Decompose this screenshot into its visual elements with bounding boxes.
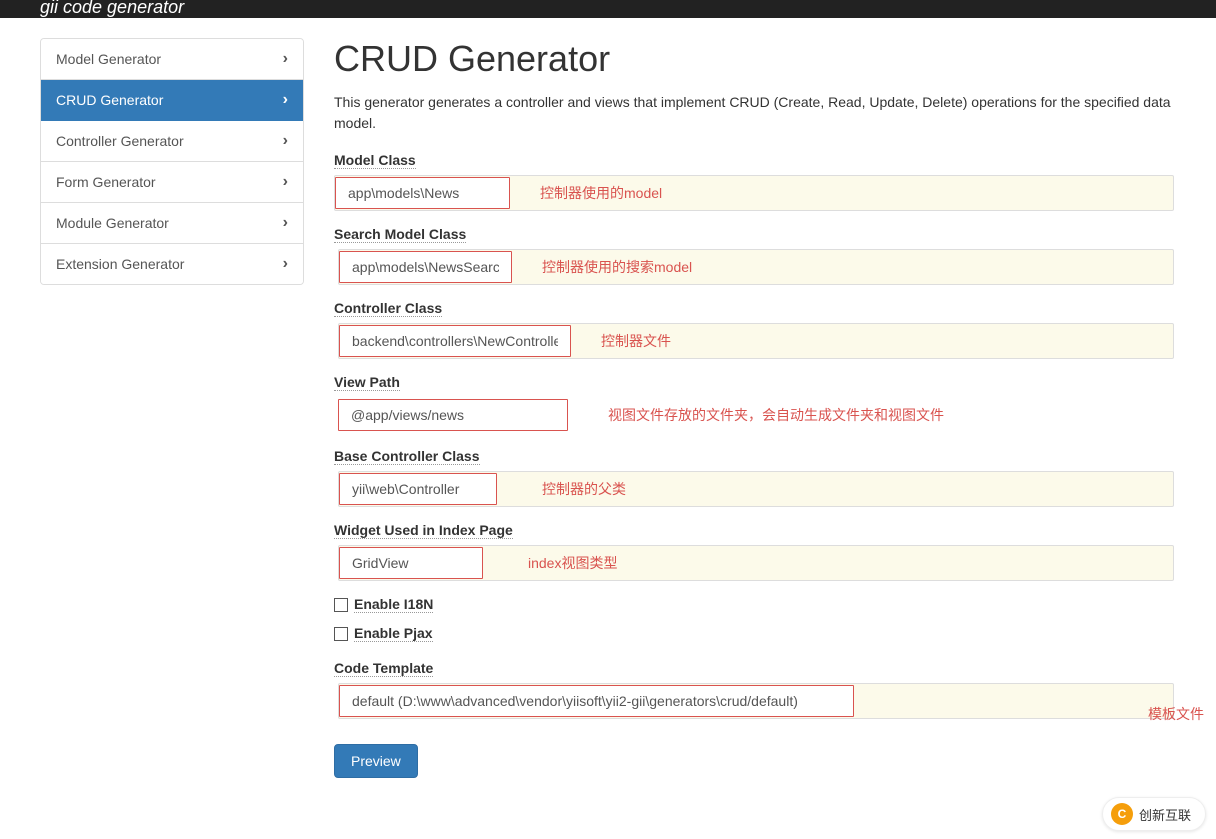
label-code-template: Code Template [334,660,433,677]
field-view-path: View Path 视图文件存放的文件夹，会自动生成文件夹和视图文件 [334,374,1174,433]
watermark-text: 创新互联 [1139,805,1191,824]
sidebar-item-model[interactable]: Model Generator › [41,39,303,80]
checkbox-enable-pjax[interactable] [334,627,348,641]
label-base-controller-class: Base Controller Class [334,448,480,465]
input-base-controller-class[interactable] [339,473,497,505]
checkbox-enable-i18n[interactable] [334,598,348,612]
annotation-search-model-class: 控制器使用的搜索model [542,257,692,277]
field-enable-pjax: Enable Pjax [334,625,1174,642]
page-title: CRUD Generator [334,38,1174,80]
label-view-path: View Path [334,374,400,391]
watermark-badge: C 创新互联 [1102,797,1206,831]
annotation-controller-class: 控制器文件 [601,331,671,351]
sidebar-item-label: CRUD Generator [56,92,163,108]
field-base-controller-class: Base Controller Class 控制器的父类 [334,448,1174,507]
sidebar-item-label: Controller Generator [56,133,184,149]
watermark-icon: C [1111,803,1133,825]
sidebar-item-controller[interactable]: Controller Generator › [41,121,303,162]
sidebar-item-extension[interactable]: Extension Generator › [41,244,303,284]
generator-list: Model Generator › CRUD Generator › Contr… [40,38,304,285]
annotation-base-controller-class: 控制器的父类 [542,479,626,499]
preview-button[interactable]: Preview [334,744,418,778]
chevron-right-icon: › [283,255,288,273]
sidebar-item-form[interactable]: Form Generator › [41,162,303,203]
chevron-right-icon: › [283,214,288,232]
input-view-path[interactable] [338,399,568,431]
label-widget-index: Widget Used in Index Page [334,522,513,539]
chevron-right-icon: › [283,91,288,109]
top-navbar: gii code generator [0,0,1216,18]
brand-logo: gii code generator [40,0,184,18]
main-container: Model Generator › CRUD Generator › Contr… [0,18,1216,818]
sidebar-item-module[interactable]: Module Generator › [41,203,303,244]
label-enable-pjax: Enable Pjax [354,625,433,642]
label-model-class: Model Class [334,152,416,169]
sidebar-item-label: Form Generator [56,174,156,190]
sidebar-item-label: Module Generator [56,215,169,231]
main-content: CRUD Generator This generator generates … [334,38,1174,778]
field-widget-index: Widget Used in Index Page index视图类型 [334,522,1174,581]
sidebar-item-label: Extension Generator [56,256,184,272]
chevron-right-icon: › [283,173,288,191]
input-model-class[interactable] [335,177,510,209]
annotation-code-template: 模板文件 [1148,704,1204,724]
sidebar: Model Generator › CRUD Generator › Contr… [40,38,304,778]
annotation-widget-index: index视图类型 [528,553,617,573]
chevron-right-icon: › [283,50,288,68]
annotation-view-path: 视图文件存放的文件夹，会自动生成文件夹和视图文件 [608,405,944,425]
field-enable-i18n: Enable I18N [334,596,1174,613]
field-search-model-class: Search Model Class 控制器使用的搜索model [334,226,1174,285]
input-controller-class[interactable] [339,325,571,357]
label-controller-class: Controller Class [334,300,442,317]
input-code-template[interactable] [339,685,854,717]
label-search-model-class: Search Model Class [334,226,466,243]
field-model-class: Model Class 控制器使用的model [334,152,1174,211]
page-description: This generator generates a controller an… [334,92,1174,134]
label-enable-i18n: Enable I18N [354,596,433,613]
input-widget-index[interactable] [339,547,483,579]
sidebar-item-label: Model Generator [56,51,161,67]
input-search-model-class[interactable] [339,251,512,283]
sidebar-item-crud[interactable]: CRUD Generator › [41,80,303,121]
annotation-model-class: 控制器使用的model [540,183,662,203]
chevron-right-icon: › [283,132,288,150]
field-code-template: Code Template 模板文件 [334,660,1174,719]
field-controller-class: Controller Class 控制器文件 [334,300,1174,359]
